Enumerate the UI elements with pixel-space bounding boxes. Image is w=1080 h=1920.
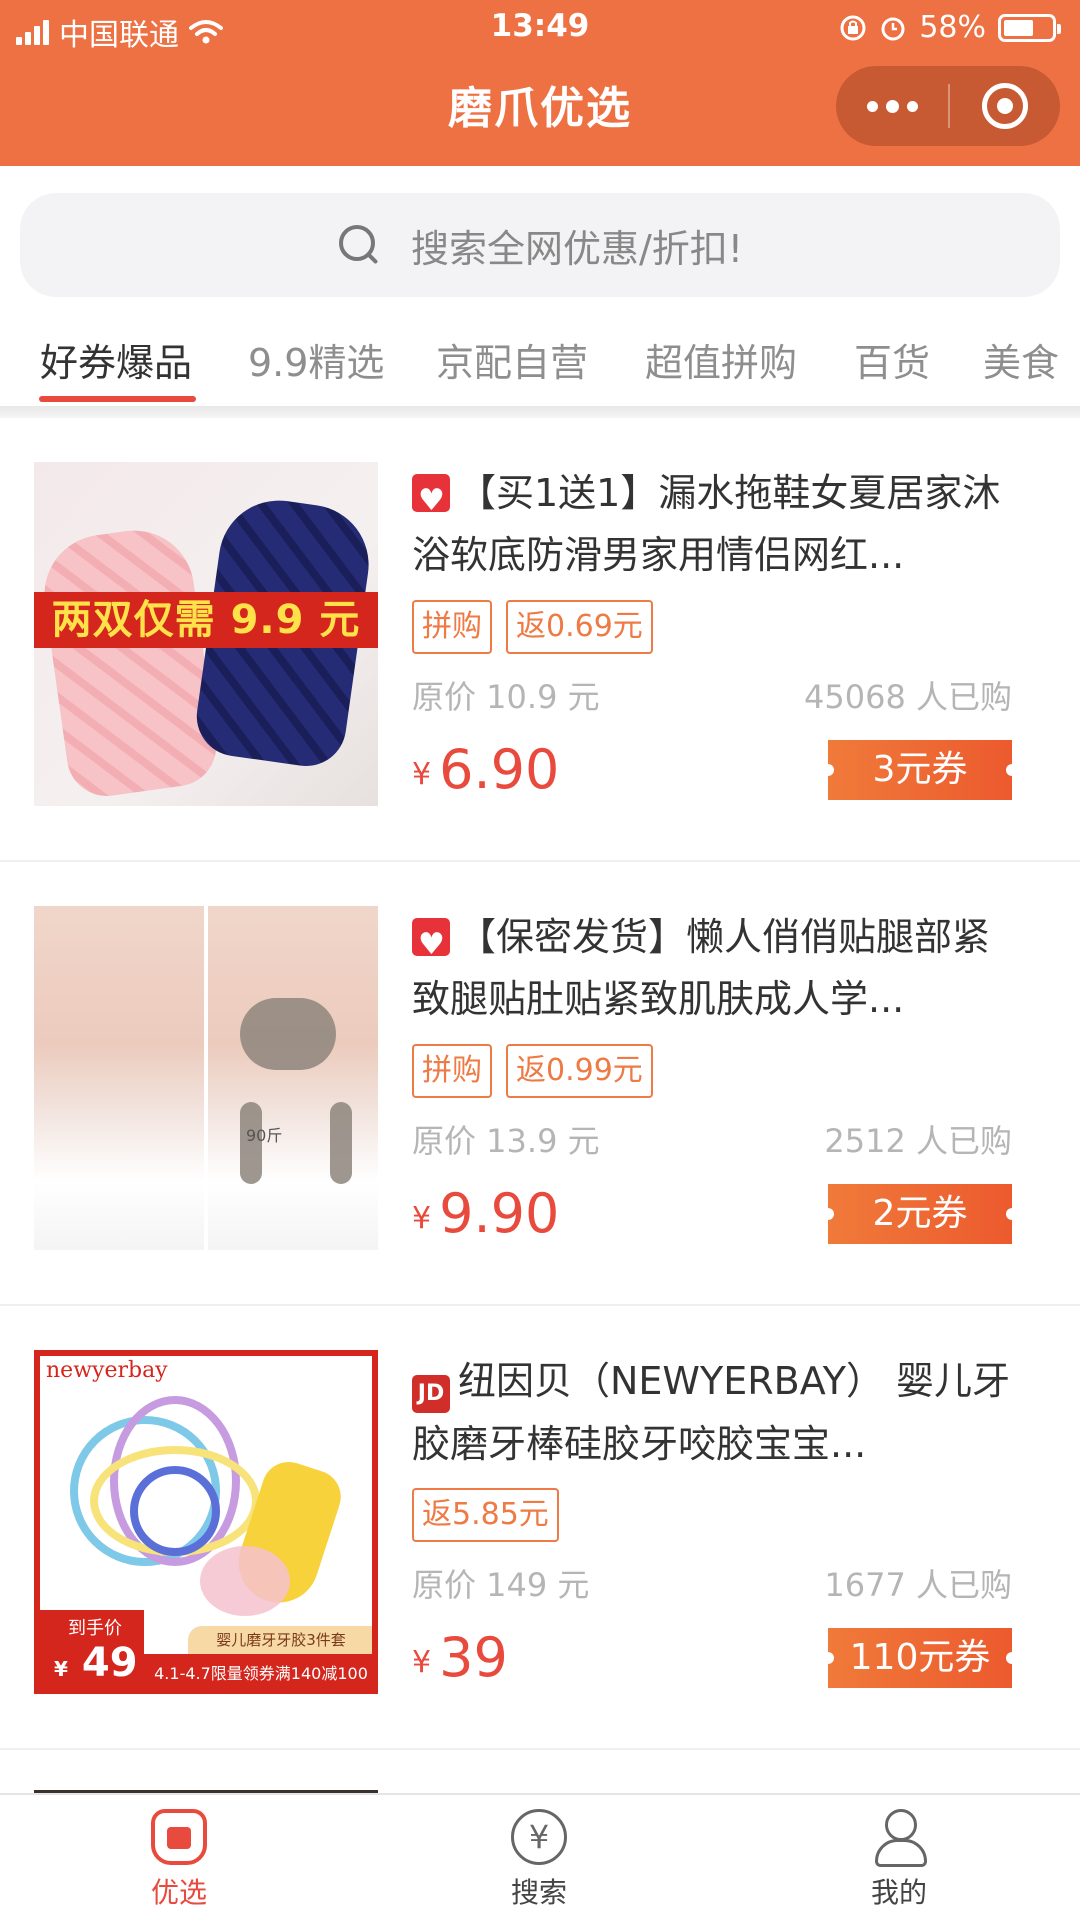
category-tabs: 好券爆品 9.9精选 京配自营 超值拼购 百货 美食 [0,306,1080,406]
toy-ring-shape [130,1466,220,1556]
product-meta: 原价 149 元 1677 人已购 [412,1560,1012,1604]
product-tags: 拼购 返0.69元 [412,600,1012,656]
tabbar-label: 优选 [150,1876,207,1909]
product-card[interactable]: 两双仅需 9.9 元 【买1送1】漏水拖鞋女夏居家沐浴软底防滑男家用情侣网红..… [0,418,1080,862]
original-price: 原价 13.9 元 [412,1122,600,1160]
home-icon [151,1809,207,1865]
bundle-label: 婴儿磨牙牙胶3件套 [188,1626,372,1654]
target-circle-icon [982,83,1028,129]
tab-jd-self[interactable]: 京配自营 [436,332,588,387]
more-dot-icon [866,100,878,112]
search-icon [337,223,381,267]
brand-logo: newyerbay [46,1358,168,1383]
app-header: 中国联通 13:49 58% 磨爪优选 [0,0,1080,166]
image-price-badge: 到手价 ¥ 49 [40,1610,144,1688]
search-placeholder: 搜索全网优惠/折扣! [410,226,744,271]
patch-shape [330,1102,352,1184]
jd-icon: JD [412,1375,450,1413]
tag-cashback: 返0.99元 [506,1044,653,1098]
current-price: ¥9.90 [412,1182,560,1245]
sold-count: 45068 人已购 [804,678,1012,716]
product-title: 【保密发货】懒人俏俏贴腿部紧致腿贴肚贴紧致肌肤成人学... [412,915,991,1021]
product-title-wrap: 【保密发货】懒人俏俏贴腿部紧致腿贴肚贴紧致肌肤成人学... [412,906,1012,1030]
image-panel [208,906,378,1250]
image-divider [204,906,208,1250]
pinduoduo-icon [412,914,450,976]
product-title-wrap: JD 纽因贝（NEWYERBAY） 婴儿牙胶磨牙棒硅胶牙咬胶宝宝... [412,1350,1012,1474]
close-miniprogram-button[interactable] [950,66,1060,146]
pacifier-shape [200,1546,290,1616]
product-info: 【买1送1】漏水拖鞋女夏居家沐浴软底防滑男家用情侣网红... 拼购 返0.69元… [412,462,1018,802]
tabbar-item-featured[interactable]: 优选 [79,1809,279,1911]
product-info: JD 纽因贝（NEWYERBAY） 婴儿牙胶磨牙棒硅胶牙咬胶宝宝... 返5.85… [412,1350,1018,1690]
current-price: ¥6.90 [412,738,560,801]
status-right: 58% [839,10,1061,45]
product-tags: 拼购 返0.99元 [412,1044,1012,1100]
miniprogram-capsule [836,66,1060,146]
pinduoduo-icon [412,470,450,532]
coupon-button[interactable]: 110元券 [822,1628,1018,1688]
tag-group-buy: 拼购 [412,600,492,654]
active-tab-indicator [39,396,196,402]
battery-icon [998,13,1061,42]
product-title: 纽因贝（NEWYERBAY） 婴儿牙胶磨牙棒硅胶牙咬胶宝宝... [412,1359,1011,1466]
current-price: ¥39 [412,1626,508,1689]
slipper-shape [36,522,222,802]
product-image: 两双仅需 9.9 元 [34,462,378,806]
tab-food[interactable]: 美食 [983,332,1059,387]
more-dot-icon [906,100,918,112]
tag-cashback: 返5.85元 [412,1488,559,1542]
product-card[interactable]: 90斤 【保密发货】懒人俏俏贴腿部紧致腿贴肚贴紧致肌肤成人学... 拼购 返0.… [0,862,1080,1306]
image-label: 90斤 [246,1126,283,1145]
product-image: 90斤 [34,906,378,1250]
search-section: 搜索全网优惠/折扣! [0,166,1080,306]
user-icon [871,1809,927,1867]
product-info: 【保密发货】懒人俏俏贴腿部紧致腿贴肚贴紧致肌肤成人学... 拼购 返0.99元 … [412,906,1018,1246]
product-image: newyerbay 婴儿磨牙牙胶3件套 到手价 ¥ 49 4.1-4.7限量领券… [34,1350,378,1694]
tabbar-label: 我的 [870,1876,927,1909]
more-dot-icon [885,99,899,113]
search-input[interactable]: 搜索全网优惠/折扣! [20,193,1060,297]
original-price: 原价 10.9 元 [412,678,600,716]
yen-search-icon: ¥ [511,1809,567,1865]
tab-hot-coupons[interactable]: 好券爆品 [40,332,192,387]
product-title: 【买1送1】漏水拖鞋女夏居家沐浴软底防滑男家用情侣网红... [412,471,1001,577]
patch-shape [240,998,336,1070]
product-tags: 返5.85元 [412,1488,1012,1544]
sold-count: 1677 人已购 [824,1566,1012,1604]
status-bar: 中国联通 13:49 58% [0,0,1080,54]
tag-cashback: 返0.69元 [506,600,653,654]
tabbar-item-mine[interactable]: 我的 [799,1809,999,1911]
battery-percent: 58% [919,10,986,45]
alarm-icon [881,17,905,40]
image-promo-text: 两双仅需 9.9 元 [34,592,378,648]
image-promo-text: 4.1-4.7限量领券满140减100 [144,1654,372,1688]
price-row: ¥9.90 2元券 [412,1182,1018,1246]
tabbar-item-search[interactable]: ¥ 搜索 [439,1809,639,1911]
price-row: ¥39 110元券 [412,1626,1018,1690]
product-card[interactable]: newyerbay 婴儿磨牙牙胶3件套 到手价 ¥ 49 4.1-4.7限量领券… [0,1306,1080,1750]
coupon-button[interactable]: 3元券 [822,740,1018,800]
rotation-lock-icon [840,15,866,40]
tab-general-goods[interactable]: 百货 [854,332,930,387]
original-price: 原价 149 元 [412,1566,590,1604]
tabbar-label: 搜索 [510,1876,567,1909]
tab-9-9[interactable]: 9.9精选 [248,332,384,387]
bottom-tab-bar: 优选 ¥ 搜索 我的 [0,1793,1080,1920]
product-meta: 原价 10.9 元 45068 人已购 [412,672,1012,716]
product-title-wrap: 【买1送1】漏水拖鞋女夏居家沐浴软底防滑男家用情侣网红... [412,462,1012,586]
price-row: ¥6.90 3元券 [412,738,1018,802]
more-options-button[interactable] [836,66,948,146]
image-panel [34,906,204,1250]
sold-count: 2512 人已购 [824,1122,1012,1160]
tab-group-buy[interactable]: 超值拼购 [645,332,797,387]
product-meta: 原价 13.9 元 2512 人已购 [412,1116,1012,1160]
tag-group-buy: 拼购 [412,1044,492,1098]
coupon-button[interactable]: 2元券 [822,1184,1018,1244]
